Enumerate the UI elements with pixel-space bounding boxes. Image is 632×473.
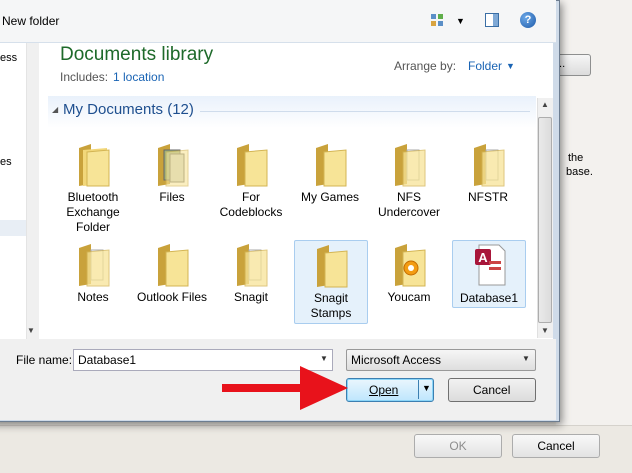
red-arrow-icon — [222, 366, 348, 410]
folder-docs-icon — [474, 144, 505, 187]
file-type-dropdown-icon[interactable]: ▼ — [522, 354, 530, 363]
file-item-label: Snagit Stamps — [310, 291, 352, 320]
change-view-icon[interactable] — [430, 13, 444, 27]
scroll-up-icon[interactable]: ▲ — [541, 100, 549, 109]
file-item-label: Youcam — [387, 290, 431, 304]
nav-item-fragment[interactable]: es — [0, 156, 12, 168]
folder-icon — [158, 244, 189, 287]
folder-icon — [237, 144, 268, 187]
file-item-label: Notes — [77, 290, 109, 304]
library-title: Documents library — [60, 44, 214, 65]
file-item[interactable]: For Codeblocks — [215, 140, 287, 220]
folder-icon — [317, 245, 348, 288]
folder-docs-icon — [237, 244, 268, 287]
library-includes-label: Includes: — [60, 70, 109, 84]
file-item[interactable]: Notes — [57, 240, 129, 305]
preview-pane-icon[interactable] — [485, 13, 499, 27]
background-browse-button[interactable]: ... — [556, 54, 591, 76]
file-item[interactable]: Bluetooth Exchange Folder — [57, 140, 129, 235]
file-item-label: For Codeblocks — [219, 190, 283, 219]
file-item-hovered[interactable]: Snagit Stamps — [294, 240, 368, 324]
new-folder-button[interactable]: New folder — [2, 14, 59, 28]
file-type-value: Microsoft Access — [351, 353, 442, 367]
open-split-divider — [418, 380, 419, 399]
open-button-label: Open — [369, 383, 399, 397]
file-item-label: NFSTR — [468, 190, 508, 204]
file-item[interactable]: Outlook Files — [136, 240, 208, 305]
file-item-label: Snagit — [233, 290, 269, 304]
folder-icon — [79, 144, 110, 187]
background-ok-button[interactable]: OK — [414, 434, 502, 458]
file-item-label: Files — [159, 190, 185, 204]
arrange-by-label: Arrange by: — [394, 59, 457, 73]
nav-item-fragment[interactable]: ess — [0, 52, 17, 64]
file-item[interactable]: My Games — [294, 140, 366, 205]
file-item-label: Database1 — [459, 291, 519, 305]
view-dropdown-icon[interactable]: ▼ — [456, 16, 465, 26]
file-item-label: My Games — [300, 190, 359, 204]
svg-text:A: A — [478, 250, 488, 265]
access-file-icon: A — [475, 244, 506, 286]
file-item[interactable]: NFSTR — [452, 140, 524, 205]
file-item-label: Outlook Files — [136, 290, 208, 304]
file-name-value: Database1 — [78, 353, 137, 367]
help-icon[interactable]: ? — [520, 12, 536, 28]
background-cancel-button[interactable]: Cancel — [512, 434, 600, 458]
open-options-dropdown-icon[interactable]: ▼ — [422, 383, 431, 393]
folder-docs-icon — [395, 144, 426, 187]
file-item[interactable]: Snagit — [215, 240, 287, 305]
dialog-toolbar — [0, 0, 556, 43]
group-title: My Documents (12) — [63, 101, 194, 118]
collapse-icon[interactable]: ◢ — [52, 105, 58, 114]
folder-icon — [316, 144, 347, 187]
arrange-by-dropdown[interactable]: Folder — [468, 59, 502, 73]
folder-images-icon — [158, 144, 189, 187]
file-name-label: File name: — [16, 353, 73, 367]
scroll-down-icon[interactable]: ▼ — [541, 326, 549, 335]
file-item-label: NFS Undercover — [377, 190, 441, 219]
file-item-selected[interactable]: A Database1 — [452, 240, 526, 308]
nav-scrollbar[interactable] — [26, 43, 39, 339]
library-locations-link[interactable]: 1 location — [113, 70, 164, 84]
group-divider — [200, 111, 530, 112]
background-text-line1: the — [568, 152, 584, 164]
scroll-down-icon[interactable]: ▼ — [27, 326, 35, 335]
file-item[interactable]: NFS Undercover — [373, 140, 445, 220]
scroll-thumb[interactable] — [538, 117, 552, 323]
arrange-caret-icon[interactable]: ▼ — [506, 61, 515, 71]
background-text-line2: base. — [566, 166, 593, 178]
folder-docs-icon — [79, 244, 110, 287]
file-item[interactable]: Youcam — [373, 240, 445, 305]
nav-item-selected[interactable] — [0, 220, 26, 236]
file-item[interactable]: Files — [136, 140, 208, 205]
cancel-button-label: Cancel — [473, 383, 511, 397]
folder-youcam-icon — [395, 244, 426, 287]
file-item-label: Bluetooth Exchange Folder — [66, 190, 120, 234]
